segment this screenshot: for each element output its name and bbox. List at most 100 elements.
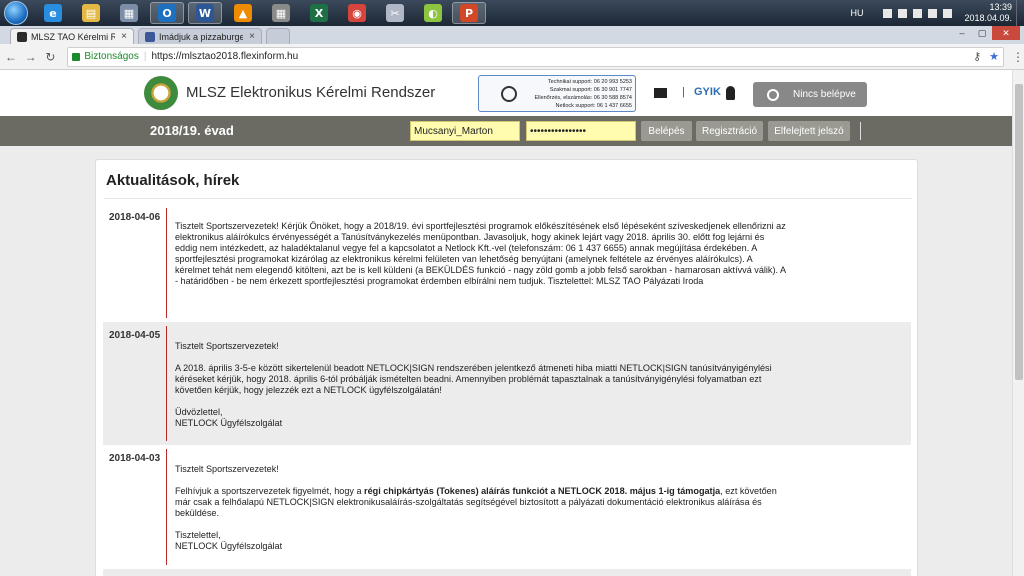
page-scrollbar[interactable] xyxy=(1012,70,1024,576)
news-text: A 2018. április 3-5-e között sikertelenü… xyxy=(175,363,772,395)
taskbar-app-button[interactable]: ▦ xyxy=(264,2,298,24)
taskbar-app-button[interactable]: P xyxy=(452,2,486,24)
news-signature: NETLOCK Ügyfélszolgálat xyxy=(175,541,283,551)
entry-accent-bar xyxy=(166,208,167,318)
whatsapp-icon xyxy=(501,86,517,102)
entry-accent-bar xyxy=(166,326,167,441)
taskbar-app-button[interactable]: W xyxy=(188,2,222,24)
support-line-netlock: Netlock support: 06 1 437 6655 xyxy=(555,103,632,109)
volume-icon[interactable] xyxy=(943,8,953,18)
divider xyxy=(860,122,861,140)
taskbar-app-button[interactable]: X xyxy=(302,2,336,24)
news-panel: Aktualitások, hírek 2018-04-06 Tisztelt … xyxy=(95,159,918,576)
taskbar-app-button[interactable]: ▦ xyxy=(112,2,146,24)
action-center-icon[interactable] xyxy=(898,8,908,18)
clock-time: 13:39 xyxy=(989,2,1012,12)
system-clock[interactable]: 13:39 2018.04.09. xyxy=(964,2,1012,24)
username-field[interactable] xyxy=(410,121,520,141)
tab-pizzaburger[interactable]: Imádjuk a pizzaburgert! × xyxy=(138,28,262,44)
site-favicon-icon xyxy=(17,31,27,42)
news-closing: Üdvözlettel, xyxy=(175,407,223,417)
secure-label: Biztonságos xyxy=(84,51,139,62)
stopwatch-icon xyxy=(767,88,779,101)
show-desktop-button[interactable] xyxy=(1016,0,1024,26)
minimize-icon[interactable]: – xyxy=(952,26,972,40)
faq-link[interactable]: GYIK xyxy=(694,86,721,98)
close-tab-icon[interactable]: × xyxy=(249,31,255,42)
new-tab-button[interactable] xyxy=(266,28,290,44)
vlc-icon: ▲ xyxy=(234,4,252,22)
mlsz-logo[interactable] xyxy=(144,76,178,110)
tab-title: MLSZ TAO Kérelmi Rendsz xyxy=(31,31,116,42)
back-icon[interactable]: ← xyxy=(2,50,20,64)
system-tray: HU 13:39 2018.04.09. xyxy=(850,0,1024,26)
url-text: https://mlsztao2018.flexinform.hu xyxy=(151,51,299,62)
news-entry: 2018-04-06 Tisztelt Sportszervezetek! Ké… xyxy=(103,204,911,322)
news-heading: Aktualitások, hírek xyxy=(106,172,240,189)
close-window-icon[interactable]: ✕ xyxy=(992,26,1020,40)
news-date: 2018-04-06 xyxy=(109,212,161,223)
taskbar-app-button[interactable]: e xyxy=(36,2,70,24)
url-field[interactable]: Biztonságos | https://mlsztao2018.flexin… xyxy=(67,46,1004,67)
clock-date: 2018.04.09. xyxy=(964,13,1012,23)
taskbar-app-button[interactable]: ▤ xyxy=(74,2,108,24)
network-icon[interactable] xyxy=(913,8,923,18)
login-bar: 2018/19. évad Belépés Regisztráció Elfel… xyxy=(0,116,1012,146)
url-separator: | xyxy=(143,51,147,62)
site-title[interactable]: MLSZ Elektronikus Kérelmi Rendszer xyxy=(186,84,435,101)
password-field[interactable] xyxy=(526,121,636,141)
news-text: Tisztelt Sportszervezetek! Kérjük Önöket… xyxy=(175,221,786,286)
calculator-icon: ▦ xyxy=(120,4,138,22)
taskbar-app-button[interactable]: ◐ xyxy=(416,2,450,24)
reload-icon[interactable]: ↻ xyxy=(42,50,60,64)
chrome-icon: ◉ xyxy=(348,4,366,22)
login-status-label: Nincs belépve xyxy=(793,89,856,100)
window-controls: – ▢ ✕ xyxy=(952,26,1020,40)
divider: | xyxy=(682,86,685,98)
mail-icon[interactable] xyxy=(654,88,667,98)
bookmark-star-icon[interactable]: ★ xyxy=(989,50,999,63)
news-date: 2018-04-05 xyxy=(109,330,161,341)
news-closing: Tisztelettel, xyxy=(175,530,221,540)
scrollbar-thumb[interactable] xyxy=(1015,84,1023,380)
news-greeting: Tisztelt Sportszervezetek! xyxy=(175,341,279,351)
flag-icon[interactable] xyxy=(883,8,893,18)
forward-icon[interactable]: → xyxy=(22,50,40,64)
login-button[interactable]: Belépés xyxy=(641,121,692,141)
tab-mlsz[interactable]: MLSZ TAO Kérelmi Rendsz × xyxy=(10,28,134,44)
outlook-icon: O xyxy=(158,4,176,22)
powerpoint-icon: P xyxy=(460,4,478,22)
key-icon[interactable]: ⚷ xyxy=(973,50,981,63)
lock-icon xyxy=(72,52,81,61)
site-header: MLSZ Elektronikus Kérelmi Rendszer Techn… xyxy=(0,70,1012,116)
lightbulb-icon[interactable] xyxy=(726,86,735,100)
news-text-highlight: régi chipkártyás (Tokenes) aláírás funkc… xyxy=(364,486,721,496)
forgot-password-button[interactable]: Elfelejtett jelszó xyxy=(768,121,850,141)
browser-menu-icon[interactable]: ⋮ xyxy=(1012,50,1024,64)
windows-taskbar: e ▤ ▦ O W ▲ ▦ X ◉ ✂ ◐ P HU 13:39 2018.04.09. xyxy=(0,0,1024,26)
support-info-box: Technikai support: 06 20 993 5253 Szakma… xyxy=(478,75,636,112)
word-icon: W xyxy=(196,4,214,22)
taskbar-app-button[interactable]: O xyxy=(150,2,184,24)
close-tab-icon[interactable]: × xyxy=(121,31,127,42)
season-label: 2018/19. évad xyxy=(150,123,234,138)
taskbar-app-button[interactable]: ▲ xyxy=(226,2,260,24)
news-text: Felhívjuk a sportszervezetek figyelmét, … xyxy=(175,486,787,519)
support-line-audit: Ellenőrzés, elszámolás: 06 30 588 8574 xyxy=(534,95,632,101)
tab-title: Imádjuk a pizzaburgert! xyxy=(159,31,244,42)
support-line-professional: Szakmai support: 06 30 901 7747 xyxy=(549,87,632,93)
news-date: 2018-04-03 xyxy=(109,453,161,464)
news-text-part: Felhívjuk a sportszervezetek figyelmét, … xyxy=(175,486,365,496)
battery-icon[interactable] xyxy=(928,8,938,18)
register-button[interactable]: Regisztráció xyxy=(696,121,763,141)
language-indicator[interactable]: HU xyxy=(850,8,863,18)
taskbar-app-button[interactable]: ✂ xyxy=(378,2,412,24)
taskbar-app-button[interactable]: ◉ xyxy=(340,2,374,24)
maximize-icon[interactable]: ▢ xyxy=(972,26,992,40)
start-button[interactable] xyxy=(4,1,28,25)
news-entry: 2018-04-05 Tisztelt Sportszervezetek! A … xyxy=(103,322,911,445)
snipping-tool-icon: ✂ xyxy=(386,4,404,22)
excel-icon: X xyxy=(310,4,328,22)
login-status-button[interactable]: Nincs belépve xyxy=(753,82,867,107)
news-signature: NETLOCK Ügyfélszolgálat xyxy=(175,418,283,428)
